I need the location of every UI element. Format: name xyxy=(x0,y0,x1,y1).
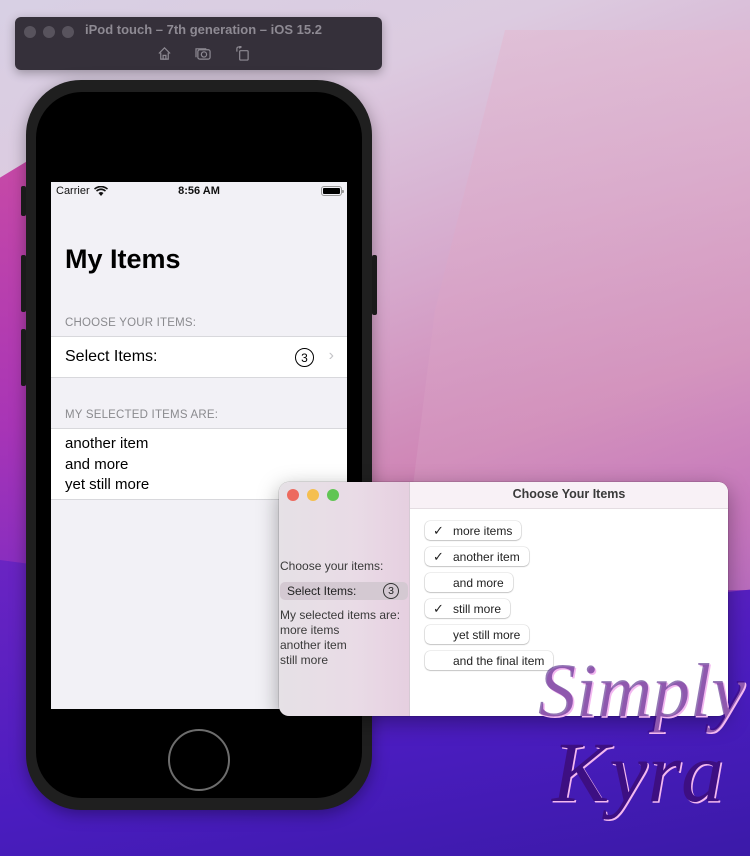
minimize-button[interactable] xyxy=(43,26,55,38)
volume-down-button xyxy=(21,329,26,386)
page-title: My Items xyxy=(65,244,181,274)
item-toggle-button[interactable]: yet still more xyxy=(425,625,530,644)
select-items-row[interactable]: Select Items: 3 › xyxy=(51,336,347,378)
item-toggle-button[interactable]: ✓ another item xyxy=(425,547,529,566)
item-label: yet still more xyxy=(453,627,521,642)
watermark-kyra: Kyra xyxy=(552,724,724,820)
checkmark-icon: ✓ xyxy=(433,548,444,564)
item-toggle-button[interactable]: and the final item xyxy=(425,651,554,670)
battery-icon xyxy=(321,186,344,196)
sidebar: Choose your items: Select Items: 3 My se… xyxy=(279,482,410,716)
item-label: and more xyxy=(453,575,504,590)
volume-up-button xyxy=(21,255,26,312)
simulator-title-bar: iPod touch – 7th generation – iOS 15.2 xyxy=(15,17,382,70)
home-icon[interactable] xyxy=(155,44,173,62)
section-header-choose: CHOOSE YOUR ITEMS: xyxy=(65,317,197,329)
select-items-label: Select Items: xyxy=(65,348,158,365)
list-item: still more xyxy=(280,653,329,667)
count-badge: 3 xyxy=(383,583,399,599)
item-label: still more xyxy=(453,601,502,616)
choose-label: Choose your items: xyxy=(280,559,384,573)
item-toggle-button[interactable]: ✓ more items xyxy=(425,521,522,540)
checkmark-icon: ✓ xyxy=(433,522,444,538)
select-items-label: Select Items: xyxy=(287,584,357,598)
list-item: another item xyxy=(65,435,149,452)
item-toggle-button[interactable]: ✓ still more xyxy=(425,599,511,618)
item-toggle-button[interactable]: and more xyxy=(425,573,513,592)
close-button[interactable] xyxy=(24,26,36,38)
list-item: and more xyxy=(65,455,129,473)
item-label: more items xyxy=(453,523,513,538)
window-title: Choose Your Items xyxy=(512,487,626,501)
power-button xyxy=(372,255,377,315)
item-toggle-list: ✓ more items ✓ another item and more ✓ still m… xyxy=(425,521,554,677)
selected-items-list: My selected items are: more items anothe… xyxy=(280,608,400,668)
selected-label: My selected items are: xyxy=(280,608,401,622)
section-header-selected: MY SELECTED ITEMS ARE: xyxy=(65,409,219,421)
close-button[interactable] xyxy=(287,489,299,501)
rotate-icon[interactable] xyxy=(233,44,251,62)
mute-switch xyxy=(21,186,26,216)
list-item: another item xyxy=(280,638,347,652)
screenshot-icon[interactable] xyxy=(194,44,212,62)
home-button[interactable] xyxy=(168,729,230,791)
simulator-title: iPod touch – 7th generation – iOS 15.2 xyxy=(85,22,322,37)
minimize-button[interactable] xyxy=(307,489,319,501)
checkmark-icon: ✓ xyxy=(433,600,444,616)
status-bar: Carrier 8:56 AM xyxy=(51,182,347,202)
count-badge: 3 xyxy=(295,348,314,367)
select-items-row[interactable]: Select Items: 3 xyxy=(280,582,408,600)
window-toolbar: Choose Your Items xyxy=(410,482,728,509)
list-item: more items xyxy=(280,623,340,637)
item-label: another item xyxy=(453,549,520,564)
zoom-button[interactable] xyxy=(62,26,74,38)
status-time: 8:56 AM xyxy=(178,185,220,197)
chevron-right-icon: › xyxy=(328,347,334,364)
zoom-button[interactable] xyxy=(327,489,339,501)
item-label: and the final item xyxy=(453,653,545,668)
